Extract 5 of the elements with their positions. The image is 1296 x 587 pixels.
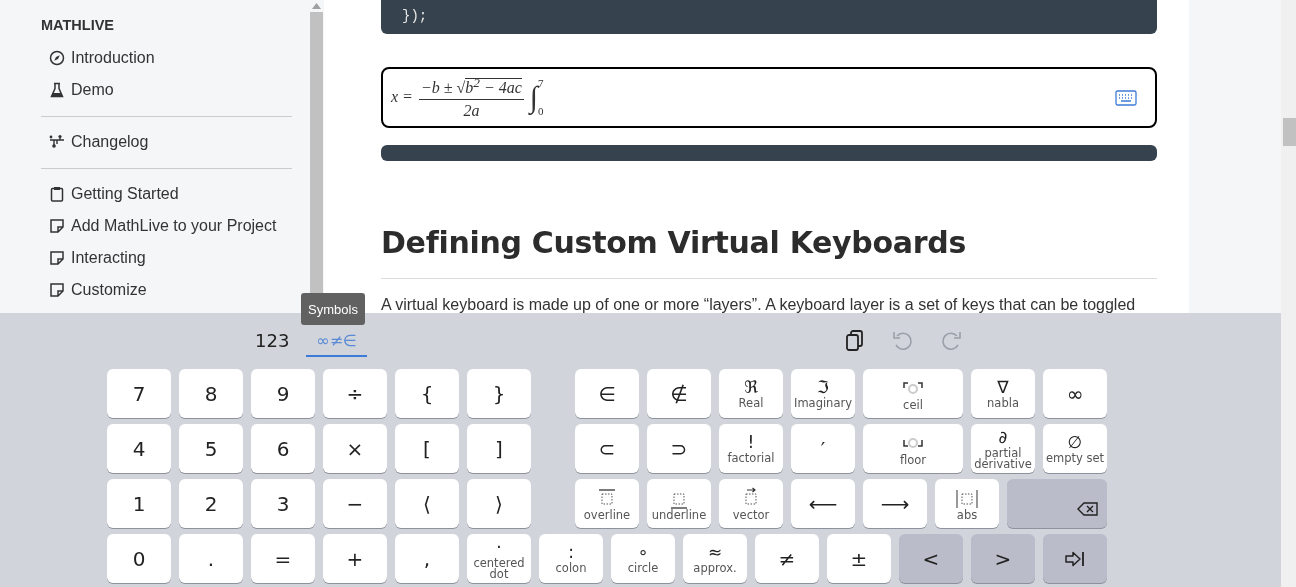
sidebar-title: MATHLIVE <box>41 17 115 33</box>
code-block: }); <box>381 0 1157 34</box>
paragraph: A virtual keyboard is made up of one or more “layers”. A keyboard layer is a set of keys that can be toggled <box>381 296 1137 314</box>
tooltip: Symbols <box>301 293 365 325</box>
section-heading: Defining Custom Virtual Keyboards <box>381 225 1157 279</box>
